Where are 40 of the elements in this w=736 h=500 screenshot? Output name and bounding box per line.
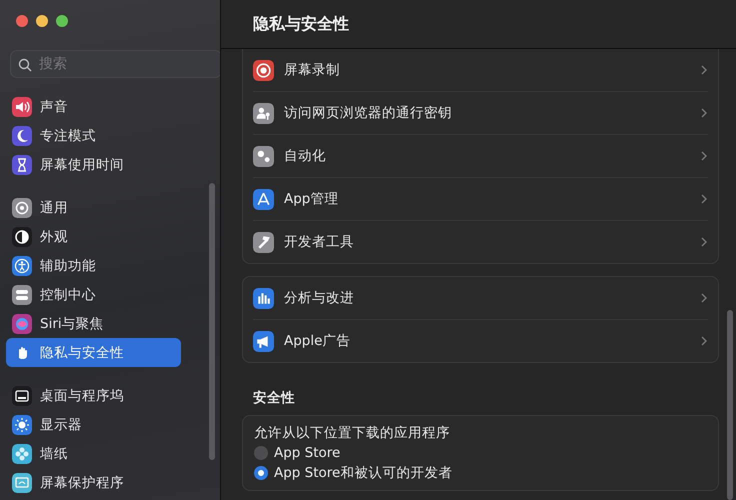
- chevron-icon: [700, 107, 708, 119]
- chevron-icon: [700, 292, 708, 304]
- page-title: 隐私与安全性: [253, 14, 349, 34]
- settings-row[interactable]: Apple广告: [253, 319, 708, 362]
- radio-button[interactable]: [254, 466, 268, 480]
- sidebar-item[interactable]: 辅助功能: [6, 251, 181, 280]
- search-field[interactable]: 搜索: [10, 50, 220, 78]
- chevron-icon: [700, 236, 708, 248]
- sidebar-item[interactable]: 通用: [6, 193, 181, 222]
- setting-label: 允许从以下位置下载的应用程序: [254, 424, 451, 442]
- chevron-icon: [700, 335, 708, 347]
- sidebar-item[interactable]: 显示器: [6, 410, 181, 439]
- chevron-icon: [700, 193, 708, 205]
- settings-row[interactable]: App管理: [253, 177, 708, 220]
- section-heading: 安全性: [252, 389, 296, 408]
- settings-row[interactable]: 访问网页浏览器的通行密钥: [253, 91, 708, 134]
- settings-row[interactable]: 分析与改进: [253, 277, 708, 319]
- sidebar-item[interactable]: 外观: [6, 222, 181, 251]
- sidebar-item[interactable]: 隐私与安全性: [6, 338, 181, 367]
- chevron-icon: [700, 64, 708, 76]
- scrollbar[interactable]: [727, 310, 733, 500]
- minimize-button[interactable]: [36, 15, 48, 27]
- settings-row[interactable]: 屏幕录制: [253, 49, 708, 91]
- scrollbar[interactable]: [209, 183, 215, 460]
- chevron-icon: [700, 150, 708, 162]
- sidebar-item[interactable]: Siri与聚焦: [6, 309, 181, 338]
- radio-label[interactable]: App Store和被认可的开发者: [274, 464, 452, 482]
- sidebar-item[interactable]: 墙纸: [6, 439, 181, 468]
- settings-row[interactable]: 自动化: [253, 134, 708, 177]
- sidebar-item[interactable]: 桌面与程序坞: [6, 381, 181, 410]
- radio-button[interactable]: [254, 446, 268, 460]
- sidebar-item[interactable]: 屏幕保护程序: [6, 468, 181, 497]
- sidebar-item[interactable]: 控制中心: [6, 280, 181, 309]
- sidebar-item[interactable]: 专注模式: [6, 121, 181, 150]
- close-button[interactable]: [16, 15, 28, 27]
- sidebar-item[interactable]: 声音: [6, 92, 181, 121]
- sidebar-item[interactable]: 屏幕使用时间: [6, 150, 181, 179]
- radio-label[interactable]: App Store: [274, 445, 340, 461]
- zoom-button[interactable]: [56, 15, 68, 27]
- settings-row[interactable]: 开发者工具: [253, 220, 708, 263]
